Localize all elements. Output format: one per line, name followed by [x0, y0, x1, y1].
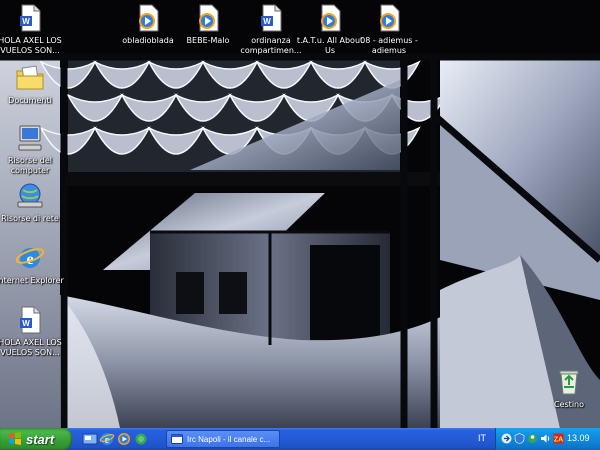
taskbar-button-label: Irc Napoli - il canale c...	[187, 434, 271, 444]
desktop-icon-label: Documenti	[8, 96, 52, 105]
taskbar-button-irc[interactable]: Irc Napoli - il canale c...	[166, 430, 280, 448]
recycle-bin-icon	[559, 370, 579, 395]
svg-text:ZA: ZA	[554, 437, 563, 444]
media-player-icon[interactable]	[116, 431, 132, 447]
desktop-icon-documenti[interactable]: Documenti	[0, 62, 68, 106]
desktop-icon-hola-axel-top[interactable]: W HOLA AXEL LOS VUELOS SON...	[0, 2, 68, 56]
media-file-icon	[380, 4, 400, 32]
security-icon[interactable]	[514, 433, 525, 444]
media-file-icon	[199, 4, 219, 32]
word-document-icon: W	[20, 306, 41, 334]
antivirus-icon[interactable]: ZA	[553, 433, 564, 444]
start-label: start	[26, 431, 55, 447]
desktop-icon-label: 08 - adiemus - adiemus	[360, 36, 418, 55]
system-tray: ZA 13.09	[495, 428, 600, 450]
svg-text:W: W	[22, 17, 30, 26]
network-places-icon	[17, 183, 43, 208]
word-document-icon: W	[20, 4, 41, 32]
language-indicator[interactable]: IT	[478, 433, 486, 443]
show-desktop-icon[interactable]	[82, 431, 98, 447]
desktop-icon-label: Risorse del computer	[8, 156, 52, 175]
desktop-icon-internet-explorer[interactable]: e Internet Explorer	[0, 242, 68, 286]
media-file-icon	[139, 4, 159, 32]
desktop-wallpaper	[0, 0, 600, 428]
irc-client-icon	[171, 434, 183, 444]
messenger-icon[interactable]	[527, 433, 538, 444]
desktop-icon-label: Internet Explorer	[0, 276, 64, 285]
volume-icon[interactable]	[540, 433, 551, 444]
my-documents-folder-icon	[16, 65, 44, 90]
word-document-icon: W	[261, 4, 282, 32]
my-computer-icon	[18, 125, 42, 151]
taskbar: start e Irc Napoli - il canale c... IT Z…	[0, 428, 600, 450]
desktop-icon-label: HOLA AXEL LOS VUELOS SON...	[0, 36, 62, 55]
desktop-icon-adiemus[interactable]: 08 - adiemus - adiemus	[351, 2, 427, 56]
svg-text:W: W	[263, 17, 271, 26]
desktop-icon-label: Risorse di rete	[1, 214, 59, 223]
start-button[interactable]: start	[0, 428, 72, 450]
svg-text:W: W	[22, 319, 30, 328]
desktop-icon-hola-axel-left[interactable]: W HOLA AXEL LOS VUELOS SON...	[0, 304, 68, 358]
windows-logo-icon	[9, 432, 21, 445]
desktop-icon-label: Cestino	[554, 400, 584, 409]
desktop-icon-risorse-rete[interactable]: Risorse di rete	[0, 180, 68, 224]
messenger-icon[interactable]	[133, 431, 149, 447]
clock[interactable]: 13.09	[567, 433, 590, 443]
desktop-icon-label: HOLA AXEL LOS VUELOS SON...	[0, 338, 62, 357]
internet-explorer-icon[interactable]: e	[99, 431, 115, 447]
desktop-icon-cestino[interactable]: Cestino	[531, 366, 600, 410]
network-icon[interactable]	[501, 433, 512, 444]
desktop-icon-risorse-computer[interactable]: Risorse del computer	[0, 122, 68, 176]
media-file-icon	[321, 4, 341, 32]
internet-explorer-icon: e	[15, 248, 45, 268]
